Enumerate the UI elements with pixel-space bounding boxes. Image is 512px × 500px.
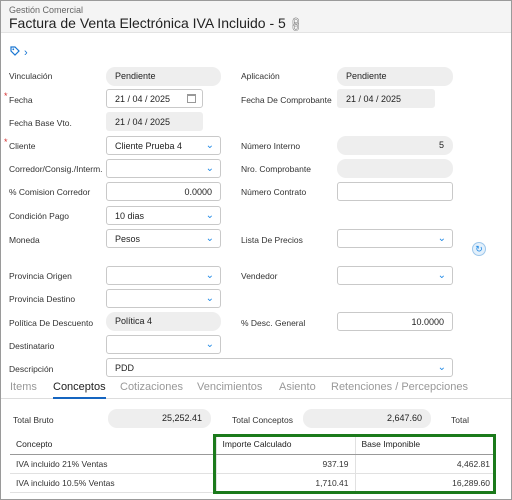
corredor-label: Corredor/Consig./Interm.: [9, 164, 103, 174]
tab-conceptos[interactable]: Conceptos: [53, 381, 106, 399]
column-header-importe[interactable]: Importe Calculado: [215, 435, 355, 455]
base-cell[interactable]: 4,462.81: [354, 454, 496, 474]
condicion-pago-label: Condición Pago: [9, 211, 70, 221]
tab-vencimientos[interactable]: Vencimientos: [197, 381, 262, 393]
total-conceptos-value: 2,647.60: [303, 409, 431, 428]
provincia-destino-label: Provincia Destino: [9, 294, 76, 304]
page-title: Factura de Venta Electrónica IVA Incluid…: [9, 15, 305, 34]
base-cell[interactable]: 16,289.60: [354, 473, 496, 493]
destinatario-label: Destinatario: [9, 341, 55, 351]
required-marker: *: [4, 91, 8, 101]
cliente-value: Cliente Prueba 4: [115, 141, 183, 151]
comision-corredor-label: % Comision Corredor: [9, 187, 91, 197]
moneda-value: Pesos: [115, 234, 141, 244]
condicion-pago-select[interactable]: 10 dias ⌄: [106, 206, 221, 225]
importe-cell[interactable]: 1,710.41: [215, 473, 355, 493]
chevron-down-icon: ⌄: [205, 270, 214, 281]
total-bruto-label: Total Bruto: [13, 415, 54, 425]
vinculacion-label: Vinculación: [9, 71, 53, 81]
numero-contrato-label: Número Contrato: [241, 187, 307, 197]
concepto-cell: IVA incluido 10.5% Ventas: [10, 473, 216, 493]
chevron-down-icon: ⌄: [205, 163, 214, 174]
fecha-comprobante-field: 21 / 04 / 2025: [337, 89, 435, 108]
provincia-destino-select[interactable]: ⌄: [106, 289, 221, 308]
vendedor-label: Vendedor: [241, 271, 278, 281]
total-label: Total: [451, 415, 469, 425]
comision-corredor-input[interactable]: 0.0000: [106, 182, 221, 201]
tag-icon[interactable]: [10, 46, 20, 56]
descripcion-value: PDD: [115, 363, 135, 373]
chevron-down-icon: ⌄: [437, 270, 446, 281]
desc-general-input[interactable]: 10.0000: [337, 312, 453, 331]
conceptos-table: Concepto Importe Calculado Base Imponibl…: [10, 435, 496, 493]
table-row[interactable]: IVA incluido 10.5% Ventas 1,710.41 16,28…: [10, 473, 496, 493]
cliente-select[interactable]: Cliente Prueba 4 ⌄: [106, 136, 221, 155]
tab-cotizaciones[interactable]: Cotizaciones: [120, 381, 183, 393]
importe-cell[interactable]: 937.19: [215, 454, 355, 474]
link-icon[interactable]: 🔗︎: [286, 15, 305, 34]
title-text: Factura de Venta Electrónica IVA Incluid…: [9, 15, 286, 31]
politica-descuento-label: Política De Descuento: [9, 318, 94, 328]
cliente-label: Cliente: [9, 141, 36, 151]
vendedor-select[interactable]: ⌄: [337, 266, 453, 285]
descripcion-select[interactable]: PDD ⌄: [106, 358, 453, 377]
politica-descuento-field: Política 4: [106, 312, 221, 331]
fecha-base-vto-field: 21 / 04 / 2025: [106, 112, 203, 131]
total-bruto-value: 25,252.41: [108, 409, 211, 428]
chevron-down-icon: ⌄: [205, 210, 214, 221]
descripcion-label: Descripción: [9, 364, 54, 374]
page-header: Gestión Comercial Factura de Venta Elect…: [1, 1, 511, 34]
lista-precios-label: Lista De Precios: [241, 235, 303, 245]
fecha-value: 21 / 04 / 2025: [115, 94, 171, 104]
chevron-down-icon: ⌄: [205, 140, 214, 151]
desc-general-label: % Desc. General: [241, 318, 306, 328]
chevron-down-icon: ⌄: [437, 362, 446, 373]
chevron-down-icon: ⌄: [205, 293, 214, 304]
concepto-cell: IVA incluido 21% Ventas: [10, 454, 216, 474]
tab-retenciones-percepciones[interactable]: Retenciones / Percepciones: [331, 381, 468, 393]
aplicacion-label: Aplicación: [241, 71, 280, 81]
table-header-row: Concepto Importe Calculado Base Imponibl…: [10, 435, 496, 455]
vinculacion-status: Pendiente: [106, 67, 221, 86]
moneda-label: Moneda: [9, 235, 40, 245]
condicion-pago-value: 10 dias: [115, 211, 145, 221]
provincia-origen-select[interactable]: ⌄: [106, 266, 221, 285]
numero-interno-field: 5: [337, 136, 453, 155]
column-header-concepto[interactable]: Concepto: [10, 435, 216, 455]
window: Gestión Comercial Factura de Venta Elect…: [0, 0, 512, 500]
nro-comprobante-field: [337, 159, 453, 178]
corredor-select[interactable]: ⌄: [106, 159, 221, 178]
lista-precios-select[interactable]: ⌄: [337, 229, 453, 248]
tab-asiento[interactable]: Asiento: [279, 381, 316, 393]
provincia-origen-label: Provincia Origen: [9, 271, 72, 281]
nro-comprobante-label: Nro. Comprobante: [241, 164, 311, 174]
moneda-select[interactable]: Pesos ⌄: [106, 229, 221, 248]
column-header-base[interactable]: Base Imponible: [354, 435, 496, 455]
fecha-label: Fecha: [9, 95, 33, 105]
tab-bar: Items Conceptos Cotizaciones Vencimiento…: [1, 377, 511, 399]
refresh-icon[interactable]: ↻: [472, 242, 486, 256]
numero-contrato-input[interactable]: [337, 182, 453, 201]
total-conceptos-label: Total Conceptos: [232, 415, 293, 425]
module-name: Gestión Comercial: [9, 5, 84, 15]
chevron-right-icon[interactable]: ›: [24, 47, 28, 59]
calendar-icon[interactable]: [187, 94, 196, 103]
fecha-base-vto-label: Fecha Base Vto.: [9, 118, 72, 128]
tab-items[interactable]: Items: [10, 381, 37, 393]
numero-interno-label: Número Interno: [241, 141, 301, 151]
table-row[interactable]: IVA incluido 21% Ventas 937.19 4,462.81: [10, 454, 496, 474]
chevron-down-icon: ⌄: [205, 233, 214, 244]
aplicacion-status: Pendiente: [337, 67, 453, 86]
destinatario-select[interactable]: ⌄: [106, 335, 221, 354]
required-marker: *: [4, 137, 8, 147]
chevron-down-icon: ⌄: [437, 233, 446, 244]
fecha-comprobante-label: Fecha De Comprobante: [241, 95, 332, 105]
fecha-input[interactable]: 21 / 04 / 2025: [106, 89, 203, 108]
chevron-down-icon: ⌄: [205, 339, 214, 350]
tag-bar: ›: [10, 46, 28, 59]
